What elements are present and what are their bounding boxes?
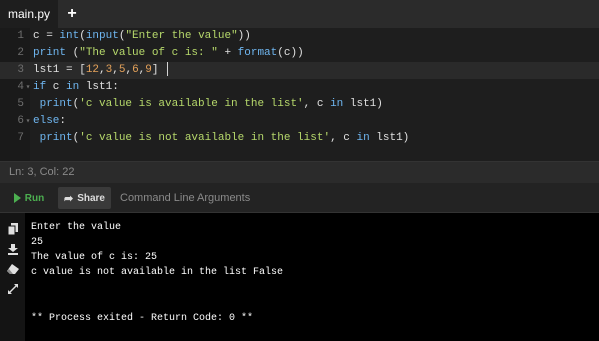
line-number: 3 — [17, 64, 24, 76]
cursor-position: Ln: 3, Col: 22 — [9, 166, 75, 178]
fold-arrow-icon[interactable]: ▾ — [24, 79, 32, 96]
eraser-icon[interactable] — [0, 259, 25, 279]
console-line: c value is not available in the list Fal… — [31, 267, 284, 278]
console-sidebar — [0, 213, 25, 341]
expand-icon[interactable] — [0, 279, 25, 299]
console-line: 25 — [31, 237, 44, 248]
tab-main-py[interactable]: main.py — [0, 0, 58, 28]
share-label: Share — [77, 192, 105, 204]
code-text: print('c value is available in the list'… — [33, 98, 383, 110]
tab-label: main.py — [7, 7, 51, 21]
line-number: 2 — [17, 47, 24, 59]
download-icon[interactable] — [0, 239, 25, 259]
share-button[interactable]: ➦ Share — [58, 187, 111, 209]
code-text: print ("The value of c is: " + format(c)… — [33, 47, 304, 59]
code-text: lst1 = [12,3,5,6,9] — [33, 62, 168, 79]
code-line-3[interactable]: 3 lst1 = [12,3,5,6,9] — [0, 62, 599, 79]
share-icon: ➦ — [63, 192, 74, 205]
code-line-7[interactable]: 7 print('c value is not available in the… — [0, 130, 599, 147]
code-text: else: — [33, 115, 67, 127]
line-number: 5 — [17, 98, 24, 110]
code-text: print('c value is not available in the l… — [33, 132, 410, 144]
code-editor[interactable]: 1 c = int(input("Enter the value")) 2 pr… — [0, 28, 599, 161]
status-bar: Ln: 3, Col: 22 — [0, 161, 599, 183]
line-number: 6 — [17, 115, 24, 127]
console-line: ** Process exited - Return Code: 0 ** — [31, 313, 254, 324]
code-line-5[interactable]: 5 print('c value is available in the lis… — [0, 96, 599, 113]
code-line-4[interactable]: 4 ▾ if c in lst1: — [0, 79, 599, 96]
code-line-6[interactable]: 6 ▾ else: — [0, 113, 599, 130]
text-cursor — [166, 62, 168, 77]
line-number: 1 — [17, 30, 24, 42]
output-console: Enter the value 25 The value of c is: 25… — [0, 213, 599, 341]
line-number: 4 — [17, 81, 24, 93]
copy-icon[interactable] — [0, 219, 25, 239]
run-toolbar: Run ➦ Share — [0, 183, 599, 213]
console-line: The value of c is: 25 — [31, 252, 158, 263]
add-tab-icon[interactable]: + — [62, 0, 82, 28]
play-icon — [13, 193, 21, 203]
console-line: Enter the value — [31, 222, 122, 233]
code-line-1[interactable]: 1 c = int(input("Enter the value")) — [0, 28, 599, 45]
line-number: 7 — [17, 132, 24, 144]
code-text: if c in lst1: — [33, 81, 119, 93]
fold-arrow-icon[interactable]: ▾ — [24, 113, 32, 130]
code-text: c = int(input("Enter the value")) — [33, 30, 251, 42]
tab-bar: main.py + — [0, 0, 599, 28]
command-line-arguments-input[interactable] — [114, 187, 594, 209]
code-line-2[interactable]: 2 print ("The value of c is: " + format(… — [0, 45, 599, 62]
run-button[interactable]: Run — [5, 187, 53, 209]
run-label: Run — [24, 192, 45, 204]
